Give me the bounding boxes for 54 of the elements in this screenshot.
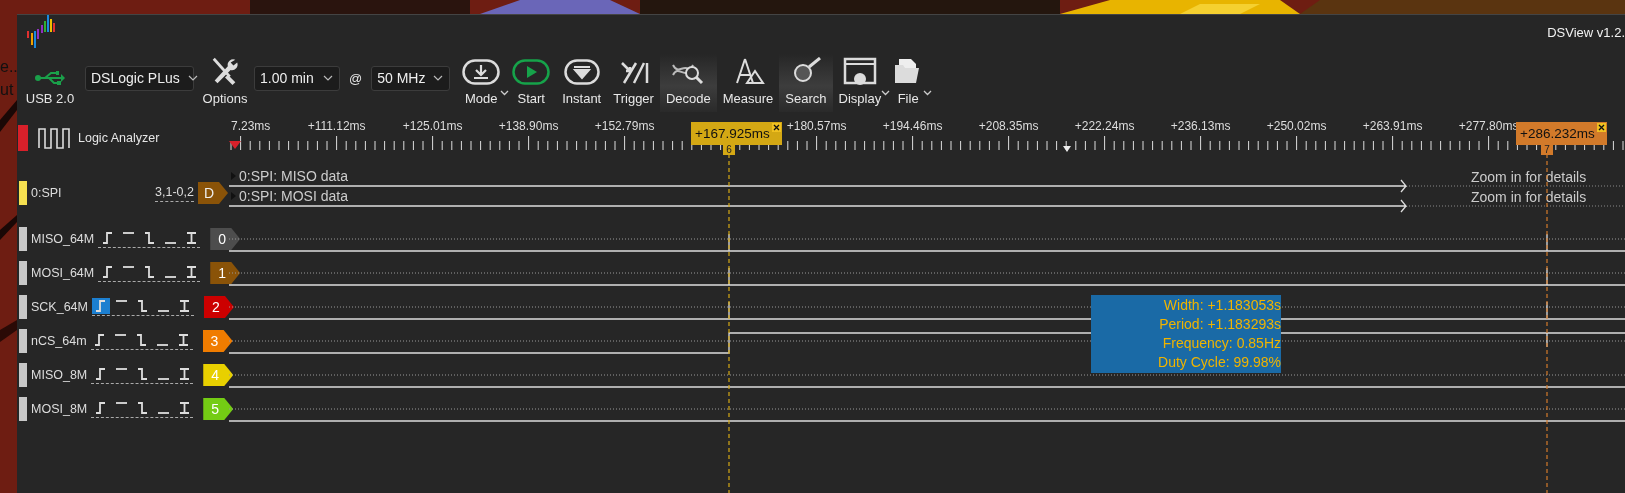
zoom-hint: Zoom in for details [1471,189,1587,205]
options-label[interactable]: Options [202,91,248,106]
time-label: +111.12ms [307,119,366,133]
channel-name: MISO_64M [31,232,95,246]
cursor-number: 7 [1541,145,1553,155]
cursor-label[interactable]: +167.925ms [691,122,782,145]
time-label: +222.24ms [1074,119,1135,133]
toolbar-button[interactable]: Search [779,54,833,112]
toolbar-button[interactable]: Instant [556,54,608,112]
cursor-label[interactable]: +286.232ms [1516,122,1607,145]
decoder-row-label: 0:SPI: MOSI data [239,188,348,204]
toolbar-button[interactable]: File [887,54,930,112]
time-label: +250.02ms [1266,119,1327,133]
channel-name: SCK_64M [31,300,88,314]
time-label: +125.01ms [402,119,463,133]
zoom-hint: Zoom in for details [1471,169,1587,185]
channel-badge[interactable]: 1 [210,262,241,284]
time-label: +277.80ms [1458,119,1519,133]
time-label: +152.79ms [594,119,655,133]
channel-badge[interactable]: 0 [210,228,241,250]
decoder-badge[interactable]: D [198,182,228,204]
toolbar-button[interactable]: Mode [456,54,507,112]
measurement-text: Duty Cycle: 99.98% [1157,353,1281,372]
channel-range: 3,1-0,2 [155,184,194,202]
desktop-text: ut [0,81,14,99]
channel-name: MISO_8M [31,368,88,382]
toolbar-button[interactable]: Display [832,54,888,112]
toolbar-button[interactable]: Measure [716,54,780,112]
app-version: DSView v1.2. [1547,25,1625,40]
channel-name: nCS_64m [31,334,87,348]
cursor-number: 6 [723,145,735,155]
time-label: +208.35ms [978,119,1039,133]
time-label: +236.13ms [1170,119,1231,133]
desktop-text: e.. [0,58,18,76]
toolbar-button[interactable]: Trigger [607,54,660,112]
sample-rate-dropdown[interactable]: 50 MHz [371,65,451,91]
usb-label: USB 2.0 [25,91,75,106]
measurement-text: Period: +1.183293s [1158,315,1281,334]
channel-badge[interactable]: 2 [204,296,234,318]
time-label: +180.57ms [786,119,847,133]
decoder-row-label: 0:SPI: MISO data [239,168,348,184]
at-sign: @ [349,70,363,86]
toolbar-button[interactable]: Start [506,54,557,112]
measurement-text: Width: +1.183053s [1162,296,1281,315]
time-label: +263.91ms [1362,119,1423,133]
measurement-text: Frequency: 0.85Hz [1161,334,1281,353]
decoder-name: 0:SPI [31,186,62,200]
duration-dropdown[interactable]: 1.00 min [254,65,340,91]
time-label: +194.46ms [882,119,943,133]
channel-name: MOSI_8M [31,402,88,416]
channel-name: MOSI_64M [31,266,95,280]
mode-title: Logic Analyzer [78,131,160,145]
time-label: +138.90ms [498,119,559,133]
time-label: 7.23ms [231,119,271,133]
